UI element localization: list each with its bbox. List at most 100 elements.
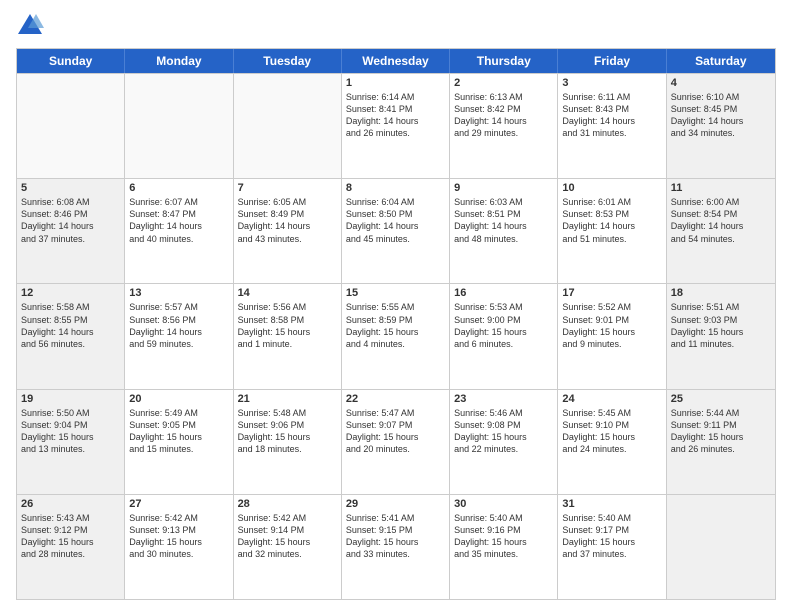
day-cell-5: 5 Sunrise: 6:08 AM Sunset: 8:46 PM Daylig…	[17, 179, 125, 283]
page: SundayMondayTuesdayWednesdayThursdayFrid…	[0, 0, 792, 612]
day-cell-6: 6 Sunrise: 6:07 AM Sunset: 8:47 PM Daylig…	[125, 179, 233, 283]
calendar-row-4: 26 Sunrise: 5:43 AM Sunset: 9:12 PM Dayli…	[17, 494, 775, 599]
day-info: Sunrise: 5:40 AM Sunset: 9:16 PM Dayligh…	[454, 512, 553, 561]
logo	[16, 12, 48, 40]
col-header-monday: Monday	[125, 49, 233, 73]
day-info: Sunrise: 6:08 AM Sunset: 8:46 PM Dayligh…	[21, 196, 120, 245]
day-number: 22	[346, 393, 445, 405]
day-cell-27: 27 Sunrise: 5:42 AM Sunset: 9:13 PM Dayli…	[125, 495, 233, 599]
calendar-row-3: 19 Sunrise: 5:50 AM Sunset: 9:04 PM Dayli…	[17, 389, 775, 494]
day-info: Sunrise: 6:13 AM Sunset: 8:42 PM Dayligh…	[454, 91, 553, 140]
day-info: Sunrise: 5:56 AM Sunset: 8:58 PM Dayligh…	[238, 301, 337, 350]
day-cell-28: 28 Sunrise: 5:42 AM Sunset: 9:14 PM Dayli…	[234, 495, 342, 599]
day-info: Sunrise: 5:41 AM Sunset: 9:15 PM Dayligh…	[346, 512, 445, 561]
day-info: Sunrise: 5:55 AM Sunset: 8:59 PM Dayligh…	[346, 301, 445, 350]
day-cell-23: 23 Sunrise: 5:46 AM Sunset: 9:08 PM Dayli…	[450, 390, 558, 494]
day-number: 6	[129, 182, 228, 194]
day-number: 23	[454, 393, 553, 405]
calendar-row-0: 1Sunrise: 6:14 AM Sunset: 8:41 PM Daylig…	[17, 73, 775, 178]
day-info: Sunrise: 5:53 AM Sunset: 9:00 PM Dayligh…	[454, 301, 553, 350]
day-cell-21: 21 Sunrise: 5:48 AM Sunset: 9:06 PM Dayli…	[234, 390, 342, 494]
day-info: Sunrise: 5:42 AM Sunset: 9:14 PM Dayligh…	[238, 512, 337, 561]
day-cell-25: 25Sunrise: 5:44 AM Sunset: 9:11 PM Dayli…	[667, 390, 775, 494]
calendar-row-2: 12Sunrise: 5:58 AM Sunset: 8:55 PM Dayli…	[17, 283, 775, 388]
day-cell-11: 11 Sunrise: 6:00 AM Sunset: 8:54 PM Dayli…	[667, 179, 775, 283]
day-number: 30	[454, 498, 553, 510]
day-cell-26: 26 Sunrise: 5:43 AM Sunset: 9:12 PM Dayli…	[17, 495, 125, 599]
day-cell-31: 31 Sunrise: 5:40 AM Sunset: 9:17 PM Dayli…	[558, 495, 666, 599]
day-cell-22: 22 Sunrise: 5:47 AM Sunset: 9:07 PM Dayli…	[342, 390, 450, 494]
day-number: 16	[454, 287, 553, 299]
day-number: 27	[129, 498, 228, 510]
day-info: Sunrise: 5:45 AM Sunset: 9:10 PM Dayligh…	[562, 407, 661, 456]
col-header-thursday: Thursday	[450, 49, 558, 73]
day-number: 4	[671, 77, 771, 89]
day-cell-4: 4 Sunrise: 6:10 AM Sunset: 8:45 PM Daylig…	[667, 74, 775, 178]
day-info: Sunrise: 6:05 AM Sunset: 8:49 PM Dayligh…	[238, 196, 337, 245]
day-number: 8	[346, 182, 445, 194]
day-cell-16: 16 Sunrise: 5:53 AM Sunset: 9:00 PM Dayli…	[450, 284, 558, 388]
header	[16, 12, 776, 40]
col-header-wednesday: Wednesday	[342, 49, 450, 73]
empty-cell-0-0	[17, 74, 125, 178]
day-info: Sunrise: 5:47 AM Sunset: 9:07 PM Dayligh…	[346, 407, 445, 456]
day-number: 26	[21, 498, 120, 510]
day-info: Sunrise: 6:14 AM Sunset: 8:41 PM Dayligh…	[346, 91, 445, 140]
day-cell-24: 24 Sunrise: 5:45 AM Sunset: 9:10 PM Dayli…	[558, 390, 666, 494]
day-number: 7	[238, 182, 337, 194]
day-info: Sunrise: 5:40 AM Sunset: 9:17 PM Dayligh…	[562, 512, 661, 561]
day-number: 31	[562, 498, 661, 510]
day-info: Sunrise: 5:48 AM Sunset: 9:06 PM Dayligh…	[238, 407, 337, 456]
day-number: 3	[562, 77, 661, 89]
day-number: 13	[129, 287, 228, 299]
day-cell-13: 13Sunrise: 5:57 AM Sunset: 8:56 PM Dayli…	[125, 284, 233, 388]
day-cell-15: 15 Sunrise: 5:55 AM Sunset: 8:59 PM Dayli…	[342, 284, 450, 388]
col-header-sunday: Sunday	[17, 49, 125, 73]
day-cell-17: 17Sunrise: 5:52 AM Sunset: 9:01 PM Dayli…	[558, 284, 666, 388]
day-number: 21	[238, 393, 337, 405]
day-number: 29	[346, 498, 445, 510]
calendar-row-1: 5 Sunrise: 6:08 AM Sunset: 8:46 PM Daylig…	[17, 178, 775, 283]
day-number: 9	[454, 182, 553, 194]
day-number: 20	[129, 393, 228, 405]
day-number: 14	[238, 287, 337, 299]
day-info: Sunrise: 5:49 AM Sunset: 9:05 PM Dayligh…	[129, 407, 228, 456]
day-info: Sunrise: 6:04 AM Sunset: 8:50 PM Dayligh…	[346, 196, 445, 245]
day-info: Sunrise: 6:11 AM Sunset: 8:43 PM Dayligh…	[562, 91, 661, 140]
day-cell-18: 18Sunrise: 5:51 AM Sunset: 9:03 PM Dayli…	[667, 284, 775, 388]
day-number: 15	[346, 287, 445, 299]
calendar-header-row: SundayMondayTuesdayWednesdayThursdayFrid…	[17, 49, 775, 73]
day-number: 24	[562, 393, 661, 405]
day-cell-20: 20 Sunrise: 5:49 AM Sunset: 9:05 PM Dayli…	[125, 390, 233, 494]
calendar-body: 1Sunrise: 6:14 AM Sunset: 8:41 PM Daylig…	[17, 73, 775, 599]
day-info: Sunrise: 5:51 AM Sunset: 9:03 PM Dayligh…	[671, 301, 771, 350]
day-info: Sunrise: 5:43 AM Sunset: 9:12 PM Dayligh…	[21, 512, 120, 561]
col-header-tuesday: Tuesday	[234, 49, 342, 73]
day-cell-29: 29 Sunrise: 5:41 AM Sunset: 9:15 PM Dayli…	[342, 495, 450, 599]
day-cell-19: 19 Sunrise: 5:50 AM Sunset: 9:04 PM Dayli…	[17, 390, 125, 494]
day-cell-2: 2 Sunrise: 6:13 AM Sunset: 8:42 PM Daylig…	[450, 74, 558, 178]
day-cell-8: 8 Sunrise: 6:04 AM Sunset: 8:50 PM Daylig…	[342, 179, 450, 283]
day-number: 19	[21, 393, 120, 405]
day-cell-30: 30 Sunrise: 5:40 AM Sunset: 9:16 PM Dayli…	[450, 495, 558, 599]
day-number: 28	[238, 498, 337, 510]
day-cell-14: 14 Sunrise: 5:56 AM Sunset: 8:58 PM Dayli…	[234, 284, 342, 388]
empty-cell-4-6	[667, 495, 775, 599]
day-info: Sunrise: 6:07 AM Sunset: 8:47 PM Dayligh…	[129, 196, 228, 245]
day-number: 12	[21, 287, 120, 299]
day-number: 25	[671, 393, 771, 405]
day-number: 17	[562, 287, 661, 299]
day-info: Sunrise: 5:42 AM Sunset: 9:13 PM Dayligh…	[129, 512, 228, 561]
day-info: Sunrise: 5:50 AM Sunset: 9:04 PM Dayligh…	[21, 407, 120, 456]
day-cell-7: 7 Sunrise: 6:05 AM Sunset: 8:49 PM Daylig…	[234, 179, 342, 283]
calendar: SundayMondayTuesdayWednesdayThursdayFrid…	[16, 48, 776, 600]
day-info: Sunrise: 6:00 AM Sunset: 8:54 PM Dayligh…	[671, 196, 771, 245]
day-number: 2	[454, 77, 553, 89]
day-info: Sunrise: 6:10 AM Sunset: 8:45 PM Dayligh…	[671, 91, 771, 140]
day-number: 11	[671, 182, 771, 194]
day-info: Sunrise: 5:46 AM Sunset: 9:08 PM Dayligh…	[454, 407, 553, 456]
day-info: Sunrise: 6:03 AM Sunset: 8:51 PM Dayligh…	[454, 196, 553, 245]
day-number: 5	[21, 182, 120, 194]
empty-cell-0-1	[125, 74, 233, 178]
day-cell-12: 12Sunrise: 5:58 AM Sunset: 8:55 PM Dayli…	[17, 284, 125, 388]
